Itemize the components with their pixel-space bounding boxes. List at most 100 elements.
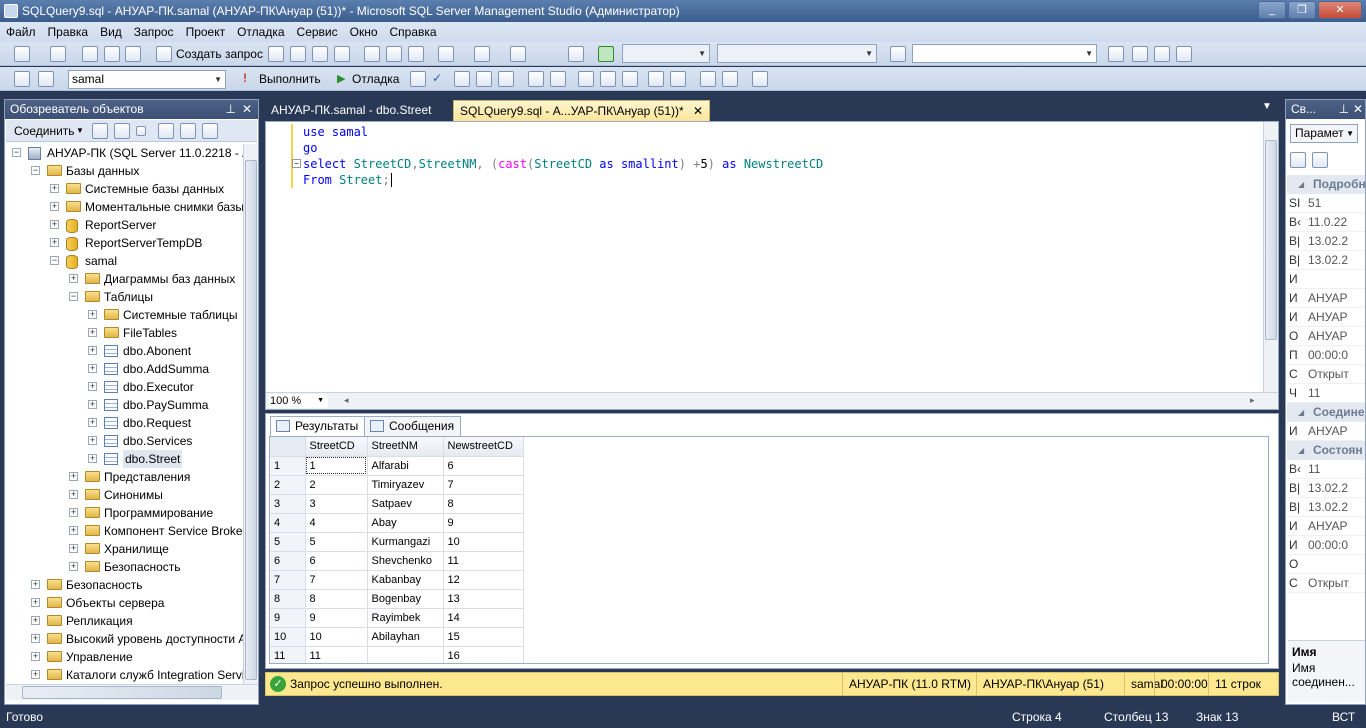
expand-icon[interactable]: + [69,508,78,517]
decrease-indent-icon[interactable] [700,71,716,87]
tree-node[interactable]: + dbo.Abonent [6,342,244,360]
tree-hscroll-thumb[interactable] [22,686,222,699]
menu-window[interactable]: Окно [344,22,384,42]
grid-cell[interactable]: 13 [443,589,524,609]
tree-node[interactable]: + Системные таблицы [6,306,244,324]
expand-icon[interactable]: + [69,472,78,481]
expand-icon[interactable]: + [31,616,40,625]
execute-icon[interactable]: ! [243,71,247,85]
properties-icon[interactable] [1154,46,1170,62]
connect-dropdown[interactable]: Соединить [14,124,75,138]
object-explorer-icon[interactable] [1132,46,1148,62]
property-row[interactable]: В| 13.02.2 [1287,232,1365,251]
property-row[interactable]: Ч 11 [1287,384,1365,403]
find-icon[interactable] [890,46,906,62]
expand-icon[interactable]: + [69,274,78,283]
expand-icon[interactable]: + [88,346,97,355]
category-collapse-icon[interactable]: ◢ [1298,446,1304,455]
menu-help[interactable]: Справка [384,22,443,42]
tree-node[interactable]: + dbo.AddSumma [6,360,244,378]
property-row[interactable]: И АНУАР [1287,308,1365,327]
copy-icon[interactable] [386,46,402,62]
tree-node[interactable]: − Таблицы [6,288,244,306]
categorized-icon[interactable] [1290,152,1306,168]
close-icon[interactable]: ✕ [693,104,703,118]
tree-node[interactable]: + Объекты сервера [6,594,244,612]
analysis-query-icon[interactable] [290,46,306,62]
table-row[interactable]: 4 4 Abay 9 [270,513,524,533]
property-row[interactable]: С Открыт [1287,574,1365,593]
grid-cell[interactable]: Rayimbek [367,608,444,628]
xmla-query-icon[interactable] [334,46,350,62]
close-button[interactable]: ✕ [1318,1,1362,19]
grid-cell[interactable]: 9 [443,513,524,533]
open-file-icon[interactable] [82,46,98,62]
undo-icon[interactable] [438,46,454,62]
collapse-icon[interactable]: − [50,256,59,265]
tree-node[interactable]: + Компонент Service Broker [6,522,244,540]
grid-cell[interactable]: Abay [367,513,444,533]
expand-icon[interactable]: + [31,580,40,589]
tab-table-designer[interactable]: АНУАР-ПК.samal - dbo.Street [265,100,438,121]
debug-button[interactable]: Отладка [352,72,399,86]
row-number[interactable]: 6 [270,551,306,571]
window-icon[interactable] [568,46,584,62]
grid-cell[interactable]: 14 [443,608,524,628]
save-icon[interactable] [104,46,120,62]
grid-cell[interactable]: 11 [305,646,368,663]
disconnect-icon[interactable] [114,123,130,139]
database-select[interactable]: samal ▼ [68,70,226,89]
editor-vertical-scrollbar[interactable] [1263,122,1278,392]
new-query-icon[interactable] [156,46,172,62]
grid-cell[interactable]: Satpaev [367,494,444,514]
menu-tools[interactable]: Сервис [291,22,344,42]
category-collapse-icon[interactable]: ◢ [1298,180,1304,189]
tree-node[interactable]: + Высокий уровень доступности A [6,630,244,648]
chevron-down-icon[interactable]: ▼ [76,126,84,135]
property-row[interactable]: В| 13.02.2 [1287,479,1365,498]
registered-servers-icon[interactable] [1108,46,1124,62]
expand-icon[interactable]: + [88,454,97,463]
table-row[interactable]: 2 2 Timiryazev 7 [270,475,524,495]
property-row[interactable]: И АНУАР [1287,289,1365,308]
grid-cell[interactable]: Kabanbay [367,570,444,590]
actual-plan-icon[interactable] [550,71,566,87]
menu-query[interactable]: Запрос [128,22,180,42]
expand-icon[interactable]: + [31,670,40,679]
expand-icon[interactable]: + [88,310,97,319]
expand-icon[interactable]: + [50,202,59,211]
property-row[interactable]: И 00:00:0 [1287,536,1365,555]
save-all-icon[interactable] [125,46,141,62]
tree-node[interactable]: + ReportServerTempDB [6,234,244,252]
property-row[interactable]: О [1287,555,1365,574]
table-row[interactable]: 7 7 Kabanbay 12 [270,570,524,590]
row-number[interactable]: 10 [270,627,306,647]
scroll-right-icon[interactable]: ▸ [1250,395,1255,406]
tab-results[interactable]: Результаты [270,416,366,436]
table-row[interactable]: 5 5 Kurmangazi 10 [270,532,524,552]
new-query-button[interactable]: Создать запрос [176,47,263,61]
menu-edit[interactable]: Правка [42,22,95,42]
toolbox-icon[interactable] [1176,46,1192,62]
tree-node[interactable]: + Безопасность [6,558,244,576]
grid-cell[interactable]: 1 [305,456,368,476]
grid-cell[interactable]: 16 [443,646,524,663]
property-row[interactable]: В| 13.02.2 [1287,498,1365,517]
stop-icon[interactable] [136,126,146,136]
properties-object-combo[interactable]: Парамет ▼ [1290,124,1358,143]
grid-cell[interactable]: 10 [443,532,524,552]
table-row[interactable]: 11 11 16 [270,646,524,663]
navigate-icon[interactable] [510,46,526,62]
tab-messages[interactable]: Сообщения [364,416,462,436]
column-header[interactable]: StreetNM [367,437,444,457]
tree-node[interactable]: + ReportServer [6,216,244,234]
expand-icon[interactable]: + [88,382,97,391]
sort-alpha-icon[interactable] [1312,152,1328,168]
execute-button[interactable]: Выполнить [259,72,321,86]
tree-node[interactable]: + Диаграммы баз данных [6,270,244,288]
intellisense-icon[interactable] [528,71,544,87]
tab-dropdown-icon[interactable]: ▼ [1262,101,1272,112]
redo-icon[interactable] [474,46,490,62]
grid-cell[interactable]: Abilayhan [367,627,444,647]
query-options-icon[interactable] [498,71,514,87]
